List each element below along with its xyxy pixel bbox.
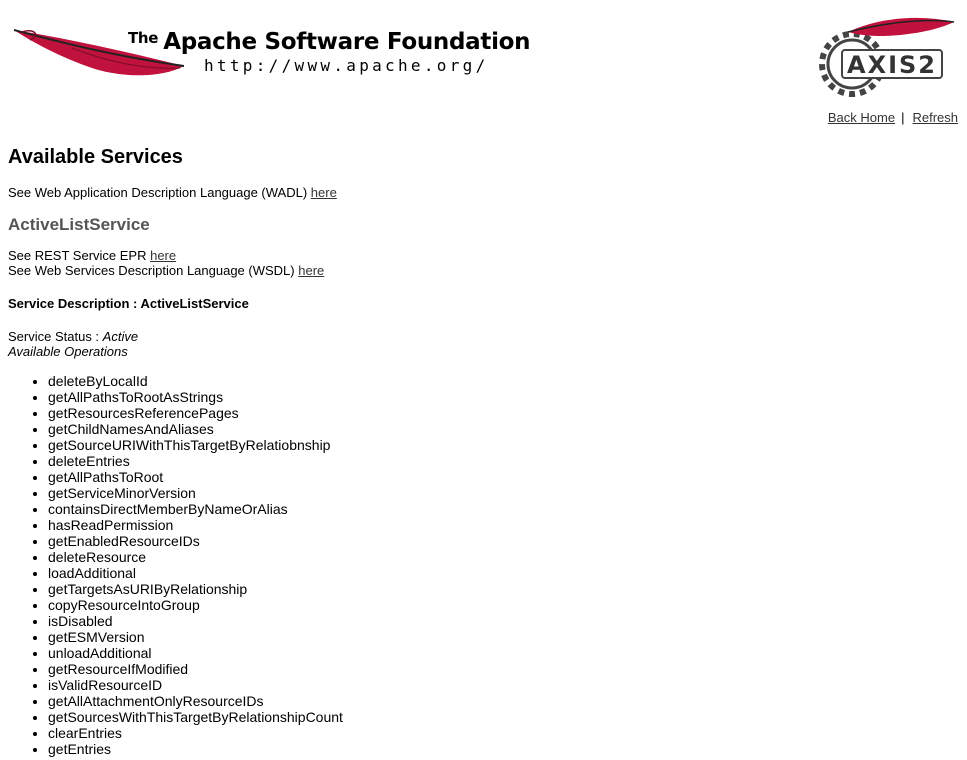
operation-item: getEnabledResourceIDs bbox=[48, 533, 948, 549]
operation-item: getSourceURIWithThisTargetByRelatiobnshi… bbox=[48, 437, 948, 453]
nav-links: Back Home | Refresh bbox=[828, 110, 958, 125]
wsdl-link[interactable]: here bbox=[298, 263, 324, 278]
nav-separator: | bbox=[901, 110, 905, 125]
operation-item: getESMVersion bbox=[48, 629, 948, 645]
operation-item: getSourcesWithThisTargetByRelationshipCo… bbox=[48, 709, 948, 725]
wadl-text: See Web Application Description Language… bbox=[8, 185, 311, 200]
operation-item: deleteResource bbox=[48, 549, 948, 565]
operation-item: getChildNamesAndAliases bbox=[48, 421, 948, 437]
rest-link[interactable]: here bbox=[150, 248, 176, 263]
operation-item: deleteByLocalId bbox=[48, 373, 948, 389]
back-home-link[interactable]: Back Home bbox=[828, 110, 895, 125]
rest-epr-line: See REST Service EPR here bbox=[8, 248, 948, 263]
service-status-line: Service Status : Active bbox=[8, 329, 948, 344]
operation-item: getAllAttachmentOnlyResourceIDs bbox=[48, 693, 948, 709]
operation-item: getResourceIfModified bbox=[48, 661, 948, 677]
operation-item: loadAdditional bbox=[48, 565, 948, 581]
operation-item: hasReadPermission bbox=[48, 517, 948, 533]
wadl-line: See Web Application Description Language… bbox=[8, 185, 948, 200]
refresh-link[interactable]: Refresh bbox=[912, 110, 958, 125]
operations-list: deleteByLocalId getAllPathsToRootAsStrin… bbox=[8, 373, 948, 757]
operation-item: isDisabled bbox=[48, 613, 948, 629]
operation-item: clearEntries bbox=[48, 725, 948, 741]
apache-title: The Apache Software Foundation bbox=[128, 29, 531, 55]
apache-title-text: Apache Software Foundation bbox=[163, 29, 531, 55]
operation-item: copyResourceIntoGroup bbox=[48, 597, 948, 613]
page-title: Available Services bbox=[8, 146, 183, 168]
operation-item: containsDirectMemberByNameOrAlias bbox=[48, 501, 948, 517]
operation-item: getResourcesReferencePages bbox=[48, 405, 948, 421]
apache-title-the: The bbox=[128, 29, 159, 47]
apache-url: http://www.apache.org/ bbox=[204, 56, 489, 75]
page-header: The Apache Software Foundation http://www… bbox=[0, 0, 967, 100]
wadl-link[interactable]: here bbox=[311, 185, 337, 200]
main-content: Available Services See Web Application D… bbox=[8, 144, 948, 757]
service-name: ActiveListService bbox=[8, 215, 150, 234]
axis2-gear-icon: AXIS2 bbox=[819, 17, 955, 97]
rest-text: See REST Service EPR bbox=[8, 248, 151, 263]
operation-item: getServiceMinorVersion bbox=[48, 485, 948, 501]
operations-label: Available Operations bbox=[8, 344, 128, 359]
wsdl-line: See Web Services Description Language (W… bbox=[8, 263, 948, 278]
service-description: Service Description : ActiveListService bbox=[8, 296, 249, 311]
operation-item: unloadAdditional bbox=[48, 645, 948, 661]
wsdl-text: See Web Services Description Language (W… bbox=[8, 263, 299, 278]
operation-item: getEntries bbox=[48, 741, 948, 757]
service-status-value: Active bbox=[102, 329, 139, 344]
axis2-logo-text: AXIS2 bbox=[847, 51, 937, 79]
operation-item: getTargetsAsURIByRelationship bbox=[48, 581, 948, 597]
axis2-logo: AXIS2 bbox=[808, 14, 958, 98]
apache-logo: The Apache Software Foundation http://www… bbox=[12, 26, 557, 82]
operation-item: deleteEntries bbox=[48, 453, 948, 469]
operation-item: getAllPathsToRootAsStrings bbox=[48, 389, 948, 405]
service-status-label: Service Status : bbox=[8, 329, 103, 344]
operation-item: isValidResourceID bbox=[48, 677, 948, 693]
operation-item: getAllPathsToRoot bbox=[48, 469, 948, 485]
